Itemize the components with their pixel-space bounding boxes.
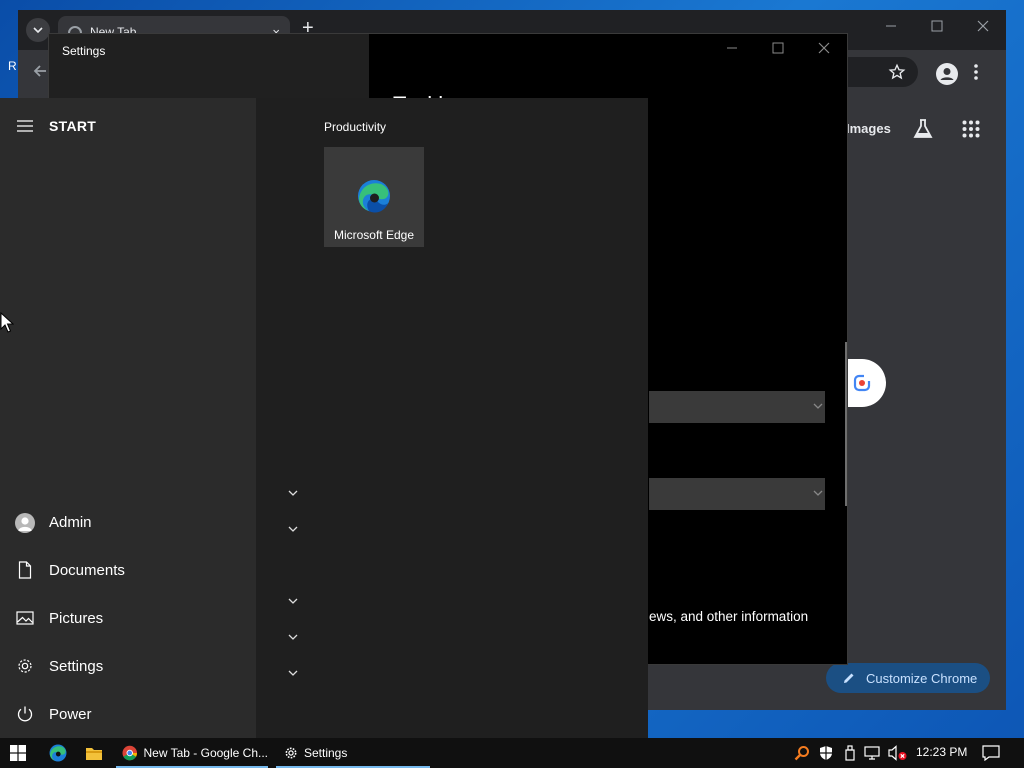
rail-label: Power (49, 706, 92, 723)
volume-muted-icon[interactable] (888, 745, 908, 761)
network-icon[interactable] (864, 745, 882, 761)
settings-description: ews, and other information (649, 609, 809, 624)
chevron-down-icon[interactable] (288, 490, 298, 497)
usb-eject-icon[interactable] (844, 745, 856, 761)
profile-button[interactable] (936, 63, 958, 85)
gear-icon (18, 659, 32, 673)
taskbar-app-label: Settings (304, 746, 348, 760)
settings-window-title: Settings (62, 44, 106, 58)
folder-icon (86, 748, 102, 760)
chrome-minimize-button[interactable] (868, 20, 914, 40)
pencil-icon (844, 673, 854, 683)
chrome-maximize-button[interactable] (914, 20, 960, 40)
settings-maximize-button[interactable] (755, 42, 801, 58)
chevron-down-icon[interactable] (288, 526, 298, 533)
taskbar-app-label: New Tab - Google Ch... (143, 746, 268, 760)
google-lens-icon (853, 374, 871, 392)
rail-item-admin[interactable]: Admin (0, 500, 256, 544)
hamburger-icon (17, 120, 33, 132)
rail-item-pictures[interactable]: Pictures (0, 596, 256, 640)
start-rail: START Admin Documents Pictures Settings … (0, 98, 256, 738)
rail-label: Settings (49, 658, 104, 675)
maximize-icon (772, 42, 784, 54)
action-center-icon[interactable] (982, 745, 1000, 761)
settings-minimize-button[interactable] (709, 42, 755, 58)
edge-icon (358, 180, 390, 213)
chevron-down-icon (33, 27, 43, 34)
gear-icon (285, 747, 297, 759)
settings-scrollbar[interactable] (845, 342, 847, 506)
close-icon (818, 42, 830, 54)
back-arrow-icon (33, 65, 46, 77)
maximize-icon (931, 20, 943, 32)
chrome-menu-button[interactable] (974, 63, 978, 81)
tile-label: Microsoft Edge (333, 228, 415, 242)
mouse-cursor-icon (0, 312, 14, 333)
pictures-icon (16, 611, 34, 625)
customize-chrome-label: Customize Chrome (866, 670, 978, 686)
tile-group-label: Productivity (324, 120, 387, 134)
chevron-down-icon (813, 490, 823, 496)
flask-icon (913, 119, 933, 138)
bookmark-star-button[interactable] (888, 63, 906, 81)
minimize-icon (727, 47, 737, 49)
close-icon (977, 20, 989, 32)
taskbar: New Tab - Google Ch... Settings 12:23 PM (0, 738, 1024, 768)
more-vert-icon (974, 64, 978, 80)
start-title: START (49, 118, 97, 134)
user-avatar-icon (15, 513, 35, 533)
rail-item-documents[interactable]: Documents (0, 548, 256, 592)
apps-grid-icon (962, 120, 980, 138)
start-button[interactable] (0, 738, 36, 768)
chevron-down-icon[interactable] (288, 634, 298, 641)
settings-dropdown[interactable] (649, 478, 825, 510)
taskbar-file-explorer-button[interactable] (80, 738, 108, 768)
start-menu-expand-button[interactable] (17, 120, 33, 132)
chevron-down-icon[interactable] (288, 598, 298, 605)
taskbar-settings-button[interactable]: Settings (276, 738, 430, 768)
chrome-close-button[interactable] (960, 20, 1006, 40)
power-icon (17, 706, 33, 722)
defender-shield-icon[interactable] (818, 745, 834, 761)
rail-label: Documents (49, 562, 125, 579)
settings-dropdown[interactable] (649, 391, 825, 423)
minimize-icon (886, 25, 896, 27)
taskbar-edge-button[interactable] (44, 738, 72, 768)
start-menu: START Admin Documents Pictures Settings … (0, 98, 648, 738)
taskbar-clock[interactable]: 12:23 PM (916, 745, 967, 759)
rail-item-settings[interactable]: Settings (0, 644, 256, 688)
magnifier-tray-icon[interactable] (794, 745, 810, 761)
labs-button[interactable] (912, 118, 934, 140)
google-apps-button[interactable] (962, 120, 980, 138)
tile-microsoft-edge[interactable]: Microsoft Edge (324, 147, 424, 247)
customize-chrome-button[interactable]: Customize Chrome (826, 663, 990, 693)
rail-item-power[interactable]: Power (0, 692, 256, 736)
chevron-down-icon[interactable] (288, 670, 298, 677)
chrome-icon (122, 745, 138, 761)
tab-search-button[interactable] (26, 18, 50, 42)
windows-logo-icon (10, 745, 26, 761)
star-icon (888, 63, 906, 80)
images-link[interactable]: Images (846, 121, 891, 136)
taskbar-chrome-button[interactable]: New Tab - Google Ch... (116, 738, 268, 768)
rail-label: Admin (49, 514, 92, 531)
edge-icon (49, 744, 67, 762)
rail-label: Pictures (49, 610, 104, 627)
settings-close-button[interactable] (801, 42, 847, 58)
back-button[interactable] (32, 63, 48, 79)
desktop-text: R (8, 59, 17, 73)
document-icon (18, 561, 32, 579)
chevron-down-icon (813, 403, 823, 409)
profile-icon (936, 63, 958, 85)
